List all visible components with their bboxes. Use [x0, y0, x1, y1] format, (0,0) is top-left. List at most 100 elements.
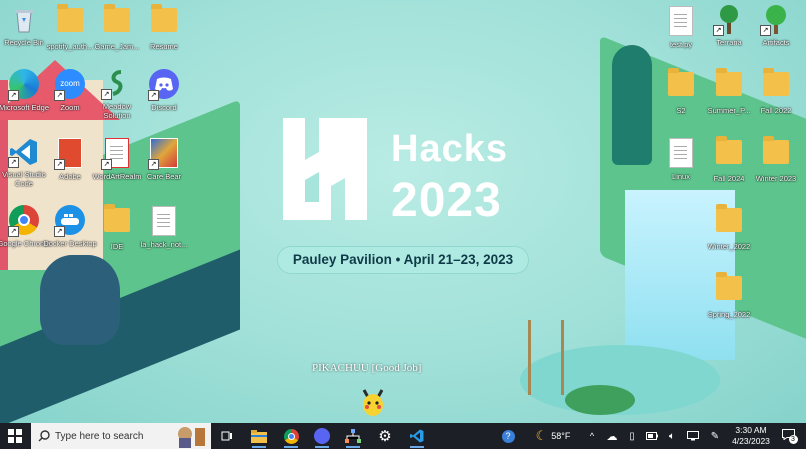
pen-tray-button[interactable]: ✎ [706, 423, 724, 449]
start-button[interactable] [0, 423, 30, 449]
notification-icon: 3 [781, 427, 798, 445]
taskbar-search-box[interactable]: Type here to search [31, 423, 211, 449]
pen-icon: ✎ [710, 430, 720, 442]
onedrive-tray-button[interactable]: ☁ [604, 423, 620, 449]
weather-widget[interactable]: ☾ 58°F [528, 423, 578, 449]
desktop-icon-winter-2023[interactable]: Winter 2023 [748, 136, 804, 183]
taskbar-app-file-explorer[interactable] [246, 423, 272, 449]
taskbar-app-vscode[interactable] [404, 423, 430, 449]
clock-date: 4/23/2023 [732, 436, 770, 446]
chevron-up-icon: ^ [589, 431, 595, 441]
folder-icon [101, 4, 133, 40]
task-view-icon [221, 431, 232, 441]
desktop-icon-spring-2022[interactable]: Spring_2022 [701, 272, 757, 319]
monitor-icon [687, 431, 699, 441]
icon-label: Fall 2022 [760, 106, 792, 115]
icon-label: Spring_2022 [707, 310, 751, 319]
folder-icon [101, 204, 133, 240]
folder-icon [713, 136, 745, 172]
hacks-logo-mark [283, 118, 367, 220]
taskbar: Type here to search ⚙ ? ☾ 58°F ^ ☁ ▯ 🔈︎ … [0, 423, 806, 449]
taskbar-app-network[interactable] [340, 423, 366, 449]
icon-label: Artifacts [762, 38, 790, 47]
vscode-icon [410, 429, 424, 443]
phone-icon: ▯ [629, 430, 635, 442]
pikachu-caption: PIKACHUU [Good Job] [312, 362, 422, 374]
icon-label: Care Bear [146, 172, 182, 181]
desktop-icon-discord[interactable]: ↗ Discord [136, 68, 192, 112]
vscode-icon: ↗ [8, 136, 40, 168]
pikachu-sprite[interactable] [360, 388, 386, 418]
folder-icon [760, 136, 792, 172]
desktop-icon-fall-2022[interactable]: Fall 2022 [748, 68, 804, 115]
settings-icon: ⚙ [378, 428, 392, 445]
document-icon [665, 6, 697, 38]
system-clock[interactable]: 3:30 AM 4/23/2023 [728, 425, 774, 447]
taskbar-app-settings[interactable]: ⚙ [372, 423, 398, 449]
logo-year: 2023 [391, 174, 502, 227]
wallpaper-reeds [528, 320, 564, 395]
volume-tray-button[interactable]: 🔈︎ [664, 423, 680, 449]
event-info-pill: Pauley Pavilion • April 21–23, 2023 [277, 246, 529, 274]
folder-icon [760, 68, 792, 104]
edge-icon: ↗ [8, 69, 40, 101]
folder-icon [713, 272, 745, 308]
clock-time: 3:30 AM [735, 425, 767, 435]
network-app-icon [345, 429, 361, 443]
windows-logo-icon [8, 429, 22, 443]
cloud-icon: ☁ [606, 430, 618, 443]
search-highlight-icon [178, 427, 205, 448]
chrome-icon [283, 428, 299, 444]
folder-icon [665, 68, 697, 104]
show-hidden-icons-button[interactable]: ^ [585, 423, 599, 449]
wallpaper-lily-pad [565, 385, 635, 415]
folder-icon [713, 68, 745, 104]
terraria-icon: ↗ [713, 4, 745, 36]
folder-icon [713, 204, 745, 240]
search-icon [38, 430, 50, 442]
carebear-icon: ↗ [148, 138, 180, 170]
icon-label: la_hack_not... [140, 240, 188, 249]
chrome-icon: ↗ [8, 205, 40, 237]
logo-title: Hacks [391, 128, 508, 170]
desktop-icon-la-hack-notes[interactable]: la_hack_not... [136, 204, 192, 249]
desktop-icon-winter-2022[interactable]: Winter_2022 [701, 204, 757, 251]
folder-icon [54, 4, 86, 40]
docker-icon: ↗ [54, 205, 86, 237]
document-icon [148, 206, 180, 238]
desktop: Hacks 2023 Pauley Pavilion • April 21–23… [0, 0, 806, 423]
wordart-icon: ↗ [101, 138, 133, 170]
icon-label: Winter 2023 [755, 174, 797, 183]
discord-icon: ↗ [148, 69, 180, 101]
icon-label: Resume [150, 42, 178, 51]
folder-icon [148, 4, 180, 40]
task-view-button[interactable] [216, 423, 238, 449]
wallpaper-stone-path [40, 255, 120, 345]
taskbar-app-chrome[interactable] [278, 423, 304, 449]
discord-icon [314, 428, 330, 444]
taskbar-app-discord[interactable] [309, 423, 335, 449]
desktop-icon-resume[interactable]: Resume [136, 4, 192, 51]
battery-icon [646, 432, 658, 440]
document-icon [665, 138, 697, 170]
display-tray-button[interactable] [684, 423, 702, 449]
icon-label: Discord [151, 103, 177, 112]
icon-label: Winter_2022 [707, 242, 751, 251]
recycle-bin-icon [8, 4, 40, 36]
weather-temperature: 58°F [551, 431, 571, 441]
desktop-icon-artifacts[interactable]: ↗ Artifacts [748, 4, 804, 47]
moon-icon: ☾ [535, 428, 548, 443]
meadow-icon: ↗ [101, 68, 133, 100]
help-icon: ? [501, 429, 515, 443]
tree-icon: ↗ [760, 4, 792, 36]
desktop-icon-carebear[interactable]: ↗ Care Bear [136, 136, 192, 181]
battery-tray-button[interactable] [644, 423, 660, 449]
notification-center-button[interactable]: 3 [778, 423, 798, 449]
wallpaper-tree [612, 45, 652, 165]
notification-badge: 3 [788, 435, 798, 444]
file-explorer-icon [251, 430, 267, 443]
zoom-icon: zoom ↗ [54, 69, 86, 101]
adobe-icon: ↗ [54, 138, 86, 170]
help-tray-button[interactable]: ? [497, 423, 519, 449]
device-tray-button[interactable]: ▯ [624, 423, 640, 449]
